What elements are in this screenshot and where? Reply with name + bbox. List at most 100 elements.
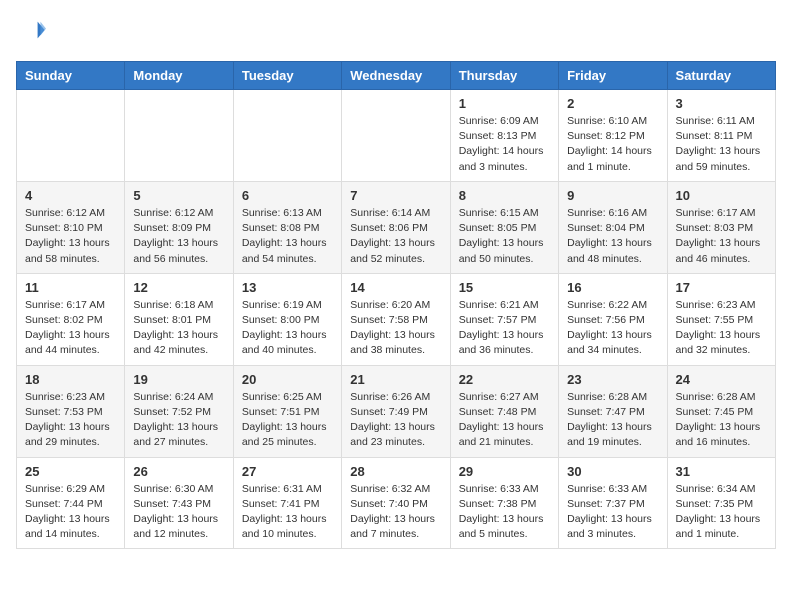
day-number: 19 bbox=[133, 372, 224, 387]
calendar-cell: 10 Sunrise: 6:17 AM Sunset: 8:03 PM Dayli… bbox=[667, 181, 775, 273]
day-number: 1 bbox=[459, 96, 550, 111]
day-info: Sunrise: 6:31 AM Sunset: 7:41 PM Dayligh… bbox=[242, 482, 333, 543]
day-info: Sunrise: 6:27 AM Sunset: 7:48 PM Dayligh… bbox=[459, 390, 550, 451]
day-info: Sunrise: 6:15 AM Sunset: 8:05 PM Dayligh… bbox=[459, 206, 550, 267]
day-info: Sunrise: 6:29 AM Sunset: 7:44 PM Dayligh… bbox=[25, 482, 116, 543]
day-of-week-header: Thursday bbox=[450, 62, 558, 90]
day-info: Sunrise: 6:17 AM Sunset: 8:02 PM Dayligh… bbox=[25, 298, 116, 359]
calendar-cell: 6 Sunrise: 6:13 AM Sunset: 8:08 PM Daylig… bbox=[233, 181, 341, 273]
day-info: Sunrise: 6:11 AM Sunset: 8:11 PM Dayligh… bbox=[676, 114, 767, 175]
calendar-cell: 5 Sunrise: 6:12 AM Sunset: 8:09 PM Daylig… bbox=[125, 181, 233, 273]
day-info: Sunrise: 6:26 AM Sunset: 7:49 PM Dayligh… bbox=[350, 390, 441, 451]
calendar-cell: 14Sunrise: 6:20 AM Sunset: 7:58 PM Dayli… bbox=[342, 273, 450, 365]
day-info: Sunrise: 6:23 AM Sunset: 7:53 PM Dayligh… bbox=[25, 390, 116, 451]
day-of-week-header: Sunday bbox=[17, 62, 125, 90]
day-number: 9 bbox=[567, 188, 658, 203]
calendar-cell: 16 Sunrise: 6:22 AM Sunset: 7:56 PM Dayli… bbox=[559, 273, 667, 365]
day-number: 29 bbox=[459, 464, 550, 479]
day-info: Sunrise: 6:22 AM Sunset: 7:56 PM Dayligh… bbox=[567, 298, 658, 359]
day-info: Sunrise: 6:16 AM Sunset: 8:04 PM Dayligh… bbox=[567, 206, 658, 267]
calendar-cell: 21 Sunrise: 6:26 AM Sunset: 7:49 PM Dayli… bbox=[342, 365, 450, 457]
calendar-cell: 17Sunrise: 6:23 AM Sunset: 7:55 PM Dayli… bbox=[667, 273, 775, 365]
day-number: 22 bbox=[459, 372, 550, 387]
day-number: 3 bbox=[676, 96, 767, 111]
calendar-cell bbox=[125, 90, 233, 182]
calendar-cell: 15 Sunrise: 6:21 AM Sunset: 7:57 PM Dayli… bbox=[450, 273, 558, 365]
day-info: Sunrise: 6:28 AM Sunset: 7:45 PM Dayligh… bbox=[676, 390, 767, 451]
calendar-cell: 7 Sunrise: 6:14 AM Sunset: 8:06 PM Daylig… bbox=[342, 181, 450, 273]
day-number: 30 bbox=[567, 464, 658, 479]
day-number: 28 bbox=[350, 464, 441, 479]
calendar-cell bbox=[233, 90, 341, 182]
day-of-week-header: Tuesday bbox=[233, 62, 341, 90]
day-number: 14 bbox=[350, 280, 441, 295]
logo bbox=[16, 16, 46, 49]
day-of-week-header: Wednesday bbox=[342, 62, 450, 90]
calendar-body: 1Sunrise: 6:09 AM Sunset: 8:13 PM Daylig… bbox=[17, 90, 776, 549]
page-header bbox=[16, 16, 776, 49]
calendar-cell: 25Sunrise: 6:29 AM Sunset: 7:44 PM Dayli… bbox=[17, 457, 125, 549]
day-info: Sunrise: 6:33 AM Sunset: 7:37 PM Dayligh… bbox=[567, 482, 658, 543]
calendar-week-row: 11Sunrise: 6:17 AM Sunset: 8:02 PM Dayli… bbox=[17, 273, 776, 365]
calendar-week-row: 18 Sunrise: 6:23 AM Sunset: 7:53 PM Dayli… bbox=[17, 365, 776, 457]
calendar-cell: 27 Sunrise: 6:31 AM Sunset: 7:41 PM Dayli… bbox=[233, 457, 341, 549]
day-number: 7 bbox=[350, 188, 441, 203]
calendar-cell: 23Sunrise: 6:28 AM Sunset: 7:47 PM Dayli… bbox=[559, 365, 667, 457]
calendar-header: SundayMondayTuesdayWednesdayThursdayFrid… bbox=[17, 62, 776, 90]
day-info: Sunrise: 6:25 AM Sunset: 7:51 PM Dayligh… bbox=[242, 390, 333, 451]
calendar-cell bbox=[342, 90, 450, 182]
day-number: 10 bbox=[676, 188, 767, 203]
calendar-cell: 12 Sunrise: 6:18 AM Sunset: 8:01 PM Dayli… bbox=[125, 273, 233, 365]
day-info: Sunrise: 6:33 AM Sunset: 7:38 PM Dayligh… bbox=[459, 482, 550, 543]
day-info: Sunrise: 6:19 AM Sunset: 8:00 PM Dayligh… bbox=[242, 298, 333, 359]
day-info: Sunrise: 6:14 AM Sunset: 8:06 PM Dayligh… bbox=[350, 206, 441, 267]
day-number: 4 bbox=[25, 188, 116, 203]
calendar-cell: 24Sunrise: 6:28 AM Sunset: 7:45 PM Dayli… bbox=[667, 365, 775, 457]
day-number: 12 bbox=[133, 280, 224, 295]
day-info: Sunrise: 6:24 AM Sunset: 7:52 PM Dayligh… bbox=[133, 390, 224, 451]
day-number: 16 bbox=[567, 280, 658, 295]
calendar-cell: 19 Sunrise: 6:24 AM Sunset: 7:52 PM Dayli… bbox=[125, 365, 233, 457]
calendar-week-row: 4 Sunrise: 6:12 AM Sunset: 8:10 PM Daylig… bbox=[17, 181, 776, 273]
calendar-cell: 22 Sunrise: 6:27 AM Sunset: 7:48 PM Dayli… bbox=[450, 365, 558, 457]
day-info: Sunrise: 6:17 AM Sunset: 8:03 PM Dayligh… bbox=[676, 206, 767, 267]
day-info: Sunrise: 6:21 AM Sunset: 7:57 PM Dayligh… bbox=[459, 298, 550, 359]
day-info: Sunrise: 6:30 AM Sunset: 7:43 PM Dayligh… bbox=[133, 482, 224, 543]
day-of-week-header: Friday bbox=[559, 62, 667, 90]
calendar-cell: 30 Sunrise: 6:33 AM Sunset: 7:37 PM Dayli… bbox=[559, 457, 667, 549]
day-info: Sunrise: 6:23 AM Sunset: 7:55 PM Dayligh… bbox=[676, 298, 767, 359]
day-info: Sunrise: 6:13 AM Sunset: 8:08 PM Dayligh… bbox=[242, 206, 333, 267]
calendar-cell: 26 Sunrise: 6:30 AM Sunset: 7:43 PM Dayli… bbox=[125, 457, 233, 549]
day-info: Sunrise: 6:12 AM Sunset: 8:09 PM Dayligh… bbox=[133, 206, 224, 267]
calendar-cell: 1Sunrise: 6:09 AM Sunset: 8:13 PM Daylig… bbox=[450, 90, 558, 182]
day-info: Sunrise: 6:12 AM Sunset: 8:10 PM Dayligh… bbox=[25, 206, 116, 267]
calendar-table: SundayMondayTuesdayWednesdayThursdayFrid… bbox=[16, 61, 776, 549]
calendar-cell: 28 Sunrise: 6:32 AM Sunset: 7:40 PM Dayli… bbox=[342, 457, 450, 549]
day-number: 5 bbox=[133, 188, 224, 203]
calendar-cell: 20Sunrise: 6:25 AM Sunset: 7:51 PM Dayli… bbox=[233, 365, 341, 457]
calendar-cell: 18 Sunrise: 6:23 AM Sunset: 7:53 PM Dayli… bbox=[17, 365, 125, 457]
day-number: 26 bbox=[133, 464, 224, 479]
calendar-cell: 29 Sunrise: 6:33 AM Sunset: 7:38 PM Dayli… bbox=[450, 457, 558, 549]
calendar-week-row: 25Sunrise: 6:29 AM Sunset: 7:44 PM Dayli… bbox=[17, 457, 776, 549]
day-number: 6 bbox=[242, 188, 333, 203]
calendar-cell: 4 Sunrise: 6:12 AM Sunset: 8:10 PM Daylig… bbox=[17, 181, 125, 273]
day-info: Sunrise: 6:32 AM Sunset: 7:40 PM Dayligh… bbox=[350, 482, 441, 543]
day-number: 15 bbox=[459, 280, 550, 295]
day-number: 13 bbox=[242, 280, 333, 295]
day-number: 21 bbox=[350, 372, 441, 387]
calendar-cell bbox=[17, 90, 125, 182]
calendar-cell: 3 Sunrise: 6:11 AM Sunset: 8:11 PM Daylig… bbox=[667, 90, 775, 182]
day-info: Sunrise: 6:18 AM Sunset: 8:01 PM Dayligh… bbox=[133, 298, 224, 359]
calendar-cell: 31Sunrise: 6:34 AM Sunset: 7:35 PM Dayli… bbox=[667, 457, 775, 549]
day-number: 31 bbox=[676, 464, 767, 479]
day-info: Sunrise: 6:10 AM Sunset: 8:12 PM Dayligh… bbox=[567, 114, 658, 175]
day-number: 2 bbox=[567, 96, 658, 111]
calendar-cell: 11Sunrise: 6:17 AM Sunset: 8:02 PM Dayli… bbox=[17, 273, 125, 365]
day-number: 27 bbox=[242, 464, 333, 479]
day-number: 8 bbox=[459, 188, 550, 203]
logo-icon bbox=[18, 16, 46, 44]
calendar-cell: 9 Sunrise: 6:16 AM Sunset: 8:04 PM Daylig… bbox=[559, 181, 667, 273]
day-number: 18 bbox=[25, 372, 116, 387]
day-of-week-header: Monday bbox=[125, 62, 233, 90]
